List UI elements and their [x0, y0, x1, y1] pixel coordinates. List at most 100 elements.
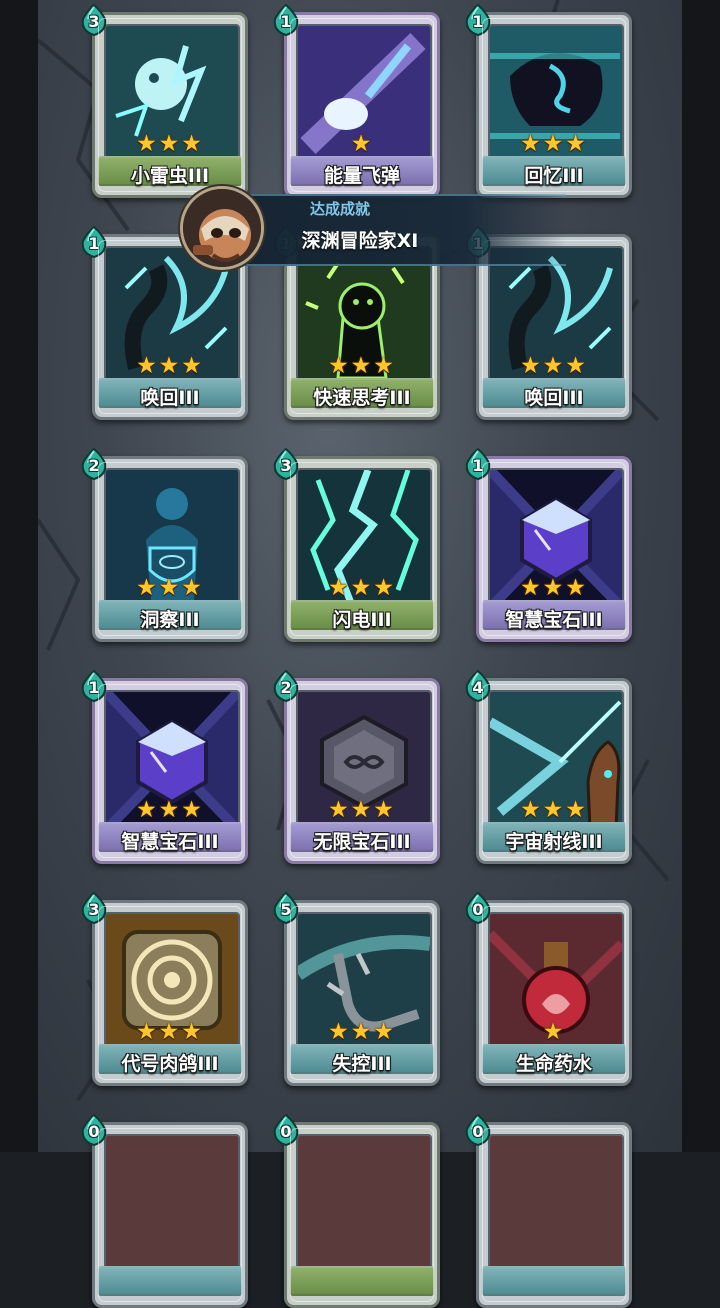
card[interactable]: ★★★ 闪电III 3 — [273, 447, 440, 642]
card[interactable]: ★★★ 洞察III 2 — [81, 447, 248, 642]
card-stars: ★★★ — [136, 797, 204, 823]
energy-cost-value: 3 — [280, 456, 292, 475]
card[interactable]: 0 — [465, 1113, 632, 1308]
card-name-banner: 闪电III — [290, 600, 434, 631]
energy-cost-badge: 4 — [463, 669, 493, 703]
achievement-toast: 达成成就 深渊冒险家XI — [180, 186, 566, 270]
card-partial-icon — [296, 1134, 432, 1276]
card[interactable]: ★★★ 无限宝石III 2 — [273, 669, 440, 864]
energy-cost-badge: 2 — [271, 669, 301, 703]
card-name-banner — [290, 1266, 434, 1296]
energy-cost-value: 0 — [472, 900, 484, 919]
energy-cost-badge: 1 — [79, 669, 109, 703]
energy-cost-value: 0 — [280, 1122, 292, 1141]
card-name: 无限宝石III — [313, 831, 411, 853]
card-name: 智慧宝石III — [505, 609, 603, 631]
card-stars: ★★★ — [328, 353, 396, 379]
energy-cost-value: 3 — [88, 12, 100, 31]
energy-cost-badge: 0 — [463, 891, 493, 925]
energy-cost-value: 1 — [472, 12, 484, 31]
card-stars: ★★★ — [136, 353, 204, 379]
masked-adventurer-avatar-icon — [180, 186, 264, 270]
energy-cost-badge: 3 — [79, 3, 109, 37]
energy-cost-value: 1 — [472, 456, 484, 475]
card-stars: ★★★ — [520, 575, 588, 601]
energy-cost-value: 2 — [280, 678, 292, 697]
energy-cost-badge: 5 — [271, 891, 301, 925]
card-stars: ★ — [350, 131, 374, 157]
energy-cost-badge: 1 — [79, 225, 109, 259]
card-name: 回忆III — [524, 165, 584, 187]
energy-cost-value: 5 — [280, 900, 292, 919]
energy-cost-value: 3 — [88, 900, 100, 919]
card-name: 洞察III — [140, 609, 200, 631]
card-name-banner: 代号肉鸽III — [98, 1044, 242, 1075]
card[interactable]: ★★★ 代号肉鸽III 3 — [81, 891, 248, 1086]
card-name-banner: 智慧宝石III — [482, 600, 626, 631]
card-name: 失控III — [332, 1053, 392, 1075]
card-name: 生命药水 — [515, 1053, 592, 1075]
energy-cost-badge: 3 — [271, 447, 301, 481]
card-name-banner — [98, 1266, 242, 1296]
energy-cost-badge: 2 — [79, 447, 109, 481]
left-letterbox — [0, 0, 38, 1152]
card-name: 宇宙射线III — [505, 831, 603, 853]
card-stars: ★★★ — [328, 797, 396, 823]
card-stars: ★★★ — [328, 575, 396, 601]
card-partial-icon — [104, 1134, 240, 1276]
energy-cost-value: 4 — [472, 678, 484, 697]
energy-cost-badge: 1 — [463, 3, 493, 37]
card-name-banner — [482, 1266, 626, 1296]
card[interactable]: ★ 能量飞弹 1 — [273, 3, 440, 198]
card-name-banner: 快速思考III — [290, 378, 434, 409]
card-name: 能量飞弹 — [323, 165, 400, 187]
energy-cost-badge: 1 — [271, 3, 301, 37]
card[interactable]: ★★★ 失控III 5 — [273, 891, 440, 1086]
card-name: 智慧宝石III — [121, 831, 219, 853]
card-name-banner: 能量飞弹 — [290, 156, 434, 187]
card[interactable]: ★ 生命药水 0 — [465, 891, 632, 1086]
energy-cost-badge: 0 — [271, 1113, 301, 1147]
card-name: 代号肉鸽III — [121, 1053, 219, 1075]
card-name-banner: 回忆III — [482, 156, 626, 187]
energy-cost-badge: 1 — [463, 447, 493, 481]
card[interactable]: ★★★ 宇宙射线III 4 — [465, 669, 632, 864]
card[interactable]: 0 — [273, 1113, 440, 1308]
energy-cost-value: 0 — [472, 1122, 484, 1141]
energy-cost-badge: 3 — [79, 891, 109, 925]
card-stars: ★★★ — [136, 131, 204, 157]
card-name: 快速思考III — [313, 387, 411, 409]
card-name: 唤回III — [524, 387, 584, 409]
card-stars: ★★★ — [328, 1019, 396, 1045]
card-partial-icon — [488, 1134, 624, 1276]
card-name-banner: 失控III — [290, 1044, 434, 1075]
card-stars: ★★★ — [136, 1019, 204, 1045]
card-name-banner: 小雷虫III — [98, 156, 242, 187]
card-name-banner: 唤回III — [98, 378, 242, 409]
card-name-banner: 宇宙射线III — [482, 822, 626, 853]
energy-cost-value: 1 — [88, 678, 100, 697]
card-stars: ★★★ — [136, 575, 204, 601]
card[interactable]: ★★★ 智慧宝石III 1 — [81, 669, 248, 864]
energy-cost-badge: 0 — [463, 1113, 493, 1147]
card-name-banner: 唤回III — [482, 378, 626, 409]
energy-cost-value: 1 — [280, 12, 292, 31]
card-stars: ★★★ — [520, 131, 588, 157]
energy-cost-value: 1 — [88, 234, 100, 253]
card-name-banner: 无限宝石III — [290, 822, 434, 853]
card-name: 闪电III — [332, 609, 392, 631]
card-name-banner: 生命药水 — [482, 1044, 626, 1075]
card-name-banner: 智慧宝石III — [98, 822, 242, 853]
energy-cost-value: 2 — [88, 456, 100, 475]
card[interactable]: 0 — [81, 1113, 248, 1308]
card[interactable]: ★★★ 智慧宝石III 1 — [465, 447, 632, 642]
right-letterbox — [682, 0, 720, 1152]
energy-cost-value: 0 — [88, 1122, 100, 1141]
card-stars: ★★★ — [520, 797, 588, 823]
energy-cost-badge: 0 — [79, 1113, 109, 1147]
card-stars: ★★★ — [520, 353, 588, 379]
card[interactable]: ★★★ 小雷虫III 3 — [81, 3, 248, 198]
card[interactable]: ★★★ 回忆III 1 — [465, 3, 632, 198]
card-name: 唤回III — [140, 387, 200, 409]
card-name: 小雷虫III — [130, 165, 210, 187]
